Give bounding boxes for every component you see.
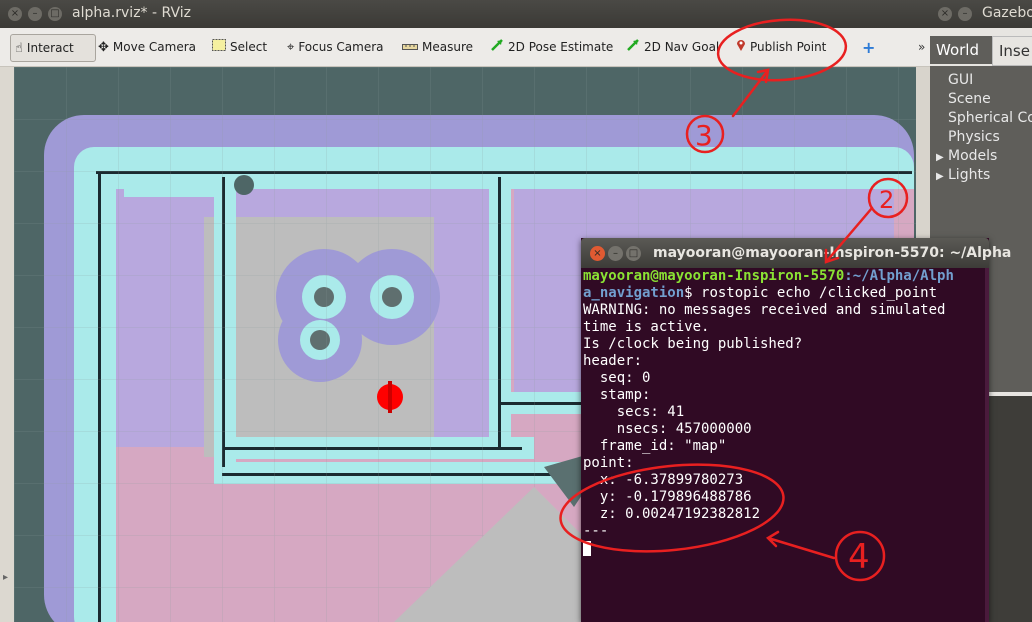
output-line: header: — [583, 353, 643, 369]
hand-pointer-icon: ☝ — [15, 40, 23, 56]
2d-pose-estimate-tool-button[interactable]: 2D Pose Estimate — [490, 34, 613, 60]
output-line: nsecs: 457000000 — [583, 421, 752, 437]
output-line: time is active. — [583, 319, 710, 335]
green-arrow-icon — [626, 38, 640, 56]
move-camera-icon: ✥ — [98, 39, 109, 55]
tool-label: Focus Camera — [298, 40, 384, 54]
prompt-line: a_navigation$ rostopic echo /clicked_poi… — [583, 285, 987, 302]
ruler-icon — [402, 40, 418, 55]
measure-tool-button[interactable]: Measure — [402, 34, 473, 60]
window-title: alpha.rviz* - RViz — [72, 5, 191, 21]
tool-label: Move Camera — [112, 40, 196, 54]
focus-camera-tool-button[interactable]: ⌖ Focus Camera — [287, 34, 384, 60]
rviz-toolbar: ☝ Interact ✥ Move Camera Select ⌖ Focus … — [0, 28, 930, 67]
add-tool-button[interactable]: + — [862, 34, 879, 60]
terminal-output[interactable]: mayooran@mayooran-Inspiron-5570:~/Alpha/… — [581, 268, 987, 622]
output-line: WARNING: no messages received and simula… — [583, 302, 946, 318]
2d-nav-goal-tool-button[interactable]: 2D Nav Goal — [626, 34, 719, 60]
expand-arrow-icon[interactable]: ▶ — [936, 171, 944, 182]
prompt-user: mayooran@mayooran-Inspiron-5570 — [583, 268, 845, 284]
output-line: frame_id: "map" — [583, 438, 727, 454]
terminal-titlebar: × – □ mayooran@mayooran-Inspiron-5570: ~… — [581, 238, 1011, 268]
terminal-title: mayooran@mayooran-Inspiron-5570: ~/Alpha — [653, 245, 1012, 261]
interact-tool-button[interactable]: ☝ Interact — [10, 34, 96, 62]
output-line: x: -6.37899780273 — [583, 472, 744, 488]
prompt-line: mayooran@mayooran-Inspiron-5570:~/Alpha/… — [583, 268, 987, 285]
minimize-button[interactable]: – — [28, 7, 42, 21]
close-button[interactable]: × — [938, 7, 952, 21]
left-panel-collapsed: ▸ — [0, 67, 14, 622]
move-camera-tool-button[interactable]: ✥ Move Camera — [98, 34, 196, 60]
plus-icon: + — [862, 37, 876, 57]
tree-item-scene[interactable]: Scene — [948, 91, 991, 107]
output-line: seq: 0 — [583, 370, 651, 386]
output-line: Is /clock being published? — [583, 336, 803, 352]
tree-item-physics[interactable]: Physics — [948, 129, 1000, 145]
tree-item-models[interactable]: Models — [948, 148, 997, 164]
output-line: point: — [583, 455, 634, 471]
maximize-button[interactable]: □ — [626, 246, 641, 261]
publish-point-tool-button[interactable]: Publish Point — [736, 34, 826, 60]
tool-label: 2D Nav Goal — [644, 40, 720, 54]
minimize-button[interactable]: – — [958, 7, 972, 21]
output-line: y: -0.179896488786 — [583, 489, 752, 505]
cursor-line — [583, 540, 987, 557]
window-title: Gazebo — [982, 5, 1032, 21]
tool-label: Publish Point — [750, 40, 827, 54]
close-button[interactable]: × — [590, 246, 605, 261]
tree-item-lights[interactable]: Lights — [948, 167, 990, 183]
tool-label: Interact — [26, 41, 74, 55]
prompt-path: :~/Alpha/Alph — [844, 268, 954, 284]
tool-label: Measure — [422, 40, 473, 54]
tree-item-gui[interactable]: GUI — [948, 72, 973, 88]
tree-item-spherical-coordinates[interactable]: Spherical Co — [948, 110, 1032, 126]
expand-panel-icon[interactable]: ▸ — [3, 572, 8, 583]
focus-camera-icon: ⌖ — [287, 39, 295, 55]
gazebo-tabs: World Inse — [930, 36, 1032, 66]
toolbar-overflow-button[interactable]: » — [918, 40, 925, 54]
gazebo-titlebar: × – Gazebo — [930, 0, 1032, 28]
command-text: $ rostopic echo /clicked_point — [684, 285, 938, 301]
terminal-cursor — [583, 540, 591, 556]
rviz-titlebar: × – □ alpha.rviz* - RViz — [0, 0, 930, 28]
terminal-window[interactable]: × – □ mayooran@mayooran-Inspiron-5570: ~… — [581, 238, 1011, 622]
terminal-scrollbar[interactable] — [985, 268, 989, 622]
close-button[interactable]: × — [8, 7, 22, 21]
tool-label: 2D Pose Estimate — [508, 40, 614, 54]
output-line: stamp: — [583, 387, 651, 403]
expand-arrow-icon[interactable]: ▶ — [936, 152, 944, 163]
green-arrow-icon — [490, 38, 504, 56]
select-rectangle-icon — [212, 39, 226, 55]
maximize-button[interactable]: □ — [48, 7, 62, 21]
tab-insert[interactable]: Inse — [992, 36, 1032, 66]
tool-label: Select — [230, 40, 268, 54]
output-line: secs: 41 — [583, 404, 685, 420]
select-tool-button[interactable]: Select — [212, 34, 267, 60]
tab-world[interactable]: World — [930, 36, 992, 64]
prompt-path: a_navigation — [583, 285, 685, 301]
map-pin-icon — [736, 38, 746, 56]
output-line: z: 0.00247192382812 — [583, 506, 761, 522]
minimize-button[interactable]: – — [608, 246, 623, 261]
output-line: --- — [583, 523, 609, 539]
